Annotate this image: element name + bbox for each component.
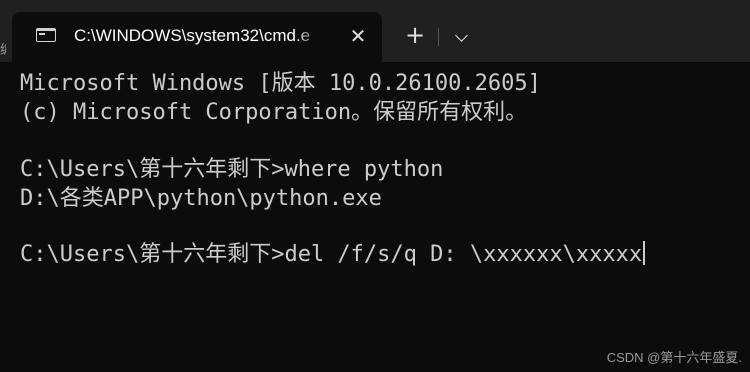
tab-cmd[interactable]: C:\WINDOWS\system32\cmd.e ✕: [12, 12, 382, 62]
tab-title: C:\WINDOWS\system32\cmd.e: [74, 26, 311, 45]
console-line: (c) Microsoft Corporation。保留所有权利。: [20, 100, 528, 125]
command-prompt-icon: [36, 28, 56, 42]
console-command-text: C:\Users\第十六年剩下>del /f/s/q D: \xxxxxx\xx…: [20, 242, 643, 267]
console-line: D:\各类APP\python\python.exe: [20, 186, 382, 211]
console-output[interactable]: Microsoft Windows [版本 10.0.26100.2605] (…: [0, 62, 750, 372]
tab-dropdown-button[interactable]: [446, 20, 476, 50]
terminal-window: 编 C:\WINDOWS\system32\cmd.e ✕ + Microsof…: [0, 0, 750, 372]
watermark: CSDN @第十六年盛夏.: [606, 350, 742, 365]
chevron-down-icon: [454, 29, 468, 42]
tab-close-button[interactable]: ✕: [344, 22, 372, 50]
console-line: Microsoft Windows [版本 10.0.26100.2605]: [20, 71, 541, 96]
console-input-line[interactable]: C:\Users\第十六年剩下>del /f/s/q D: \xxxxxx\xx…: [20, 241, 646, 269]
console-line: C:\Users\第十六年剩下>where python: [20, 157, 444, 182]
new-tab-button[interactable]: +: [400, 20, 430, 50]
background-window-edge: 编: [0, 40, 6, 62]
tabbar-divider: [438, 28, 439, 46]
tab-strip: 编 C:\WINDOWS\system32\cmd.e ✕ +: [0, 0, 750, 62]
text-cursor: [643, 241, 646, 265]
